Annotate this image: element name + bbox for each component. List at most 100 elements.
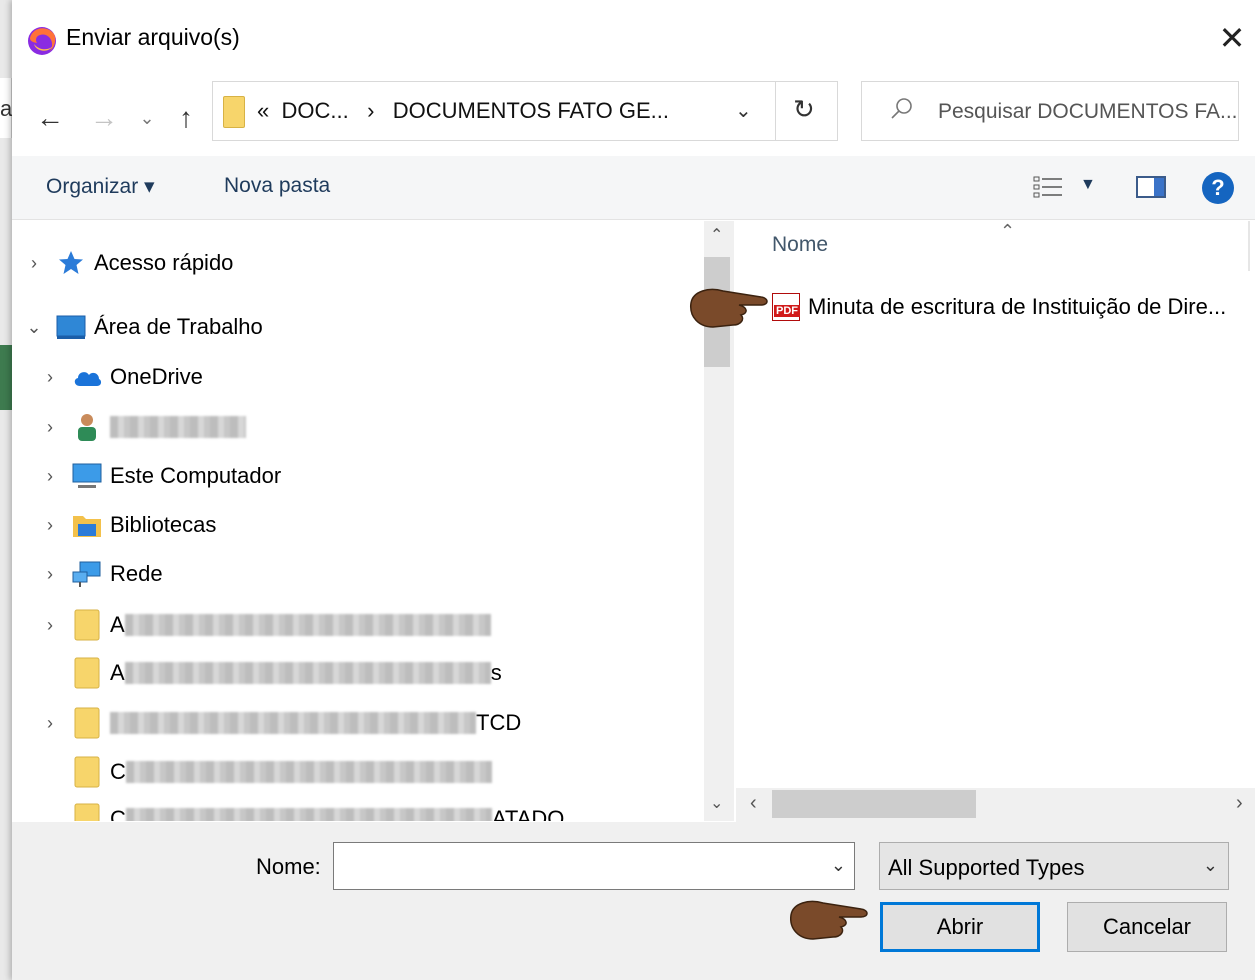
redacted-label <box>125 761 492 783</box>
tree-item-folder[interactable]: C <box>60 754 492 790</box>
folder-icon <box>72 803 102 821</box>
forward-button[interactable]: → <box>86 98 122 138</box>
tree-item-network[interactable]: › Rede <box>40 556 163 592</box>
file-name-label: Nome: <box>256 854 321 879</box>
tree-item-libraries[interactable]: › Bibliotecas <box>40 507 216 543</box>
back-arrow-icon: ← <box>36 102 64 133</box>
chevron-right-icon[interactable]: › <box>40 564 60 585</box>
navigation-bar: ← → ⌄ ↑ « DOC... › DOCUMENTOS FATO GE...… <box>12 78 1255 156</box>
search-box[interactable]: Pesquisar DOCUMENTOS FA... <box>861 81 1239 141</box>
scroll-up-icon[interactable]: ⌃ <box>710 225 723 245</box>
preview-pane-icon[interactable] <box>1136 176 1166 198</box>
title-bar: Enviar arquivo(s) ✕ <box>12 0 1255 78</box>
folder-icon <box>72 756 102 788</box>
up-button[interactable]: ↑ <box>168 98 204 138</box>
chevron-right-icon[interactable]: › <box>40 367 60 388</box>
dialog-title: Enviar arquivo(s) <box>66 24 240 50</box>
star-icon <box>56 248 86 278</box>
breadcrumb-item-current[interactable]: DOCUMENTOS FATO GE... <box>393 98 669 123</box>
breadcrumb-item-doc[interactable]: DOC... <box>281 98 348 123</box>
address-separator <box>775 82 776 140</box>
tree-item-label: Este Computador <box>110 463 282 488</box>
tree-item-label: OneDrive <box>110 364 203 389</box>
chevron-right-icon[interactable]: › <box>24 253 44 274</box>
chevron-right-icon[interactable]: › <box>40 417 60 438</box>
cancel-button[interactable]: Cancelar <box>1067 902 1227 952</box>
computer-icon <box>72 461 102 491</box>
chevron-right-icon[interactable]: › <box>40 615 60 636</box>
tree-item-label: Bibliotecas <box>110 512 217 537</box>
refresh-icon[interactable]: ↻ <box>793 94 815 125</box>
open-button[interactable]: Abrir <box>880 902 1040 952</box>
scroll-down-icon[interactable]: ⌄ <box>710 793 723 813</box>
folder-icon <box>223 96 245 128</box>
chevron-down-icon: ⌄ <box>139 107 155 128</box>
library-icon <box>72 510 102 540</box>
scrollbar-thumb[interactable] <box>772 790 976 818</box>
cloud-icon <box>72 362 102 392</box>
folder-icon <box>72 707 102 739</box>
search-input[interactable]: Pesquisar DOCUMENTOS FA... <box>938 100 1238 124</box>
redacted-label <box>110 416 246 438</box>
pointing-hand-icon <box>790 900 868 940</box>
user-icon <box>72 412 102 442</box>
tree-item-desktop[interactable]: ⌄ Área de Trabalho <box>24 309 263 345</box>
breadcrumb-overflow[interactable]: « <box>257 98 269 123</box>
file-list-horizontal-scrollbar[interactable]: ‹ › <box>736 788 1255 822</box>
column-header-name[interactable]: Nome <box>772 233 828 257</box>
file-open-dialog: Enviar arquivo(s) ✕ ← → ⌄ ↑ « DOC... › D… <box>12 0 1255 980</box>
folder-icon <box>72 657 102 689</box>
tree-item-folder[interactable]: › TCD <box>40 705 521 741</box>
tree-item-label: Rede <box>110 561 163 586</box>
tree-item-label: A <box>110 612 125 637</box>
chevron-right-icon[interactable]: › <box>40 466 60 487</box>
file-type-value: All Supported Types <box>888 855 1085 880</box>
address-bar[interactable]: « DOC... › DOCUMENTOS FATO GE... ⌄ ↻ <box>212 81 838 141</box>
view-options-icon[interactable] <box>1032 174 1064 200</box>
tree-item-folder[interactable]: C ATADO <box>60 801 564 821</box>
pointing-hand-icon <box>690 288 768 328</box>
tree-item-label-suffix: ATADO <box>491 806 565 821</box>
chevron-right-icon[interactable]: › <box>40 713 60 734</box>
tree-item-label: Área de Trabalho <box>94 314 263 339</box>
network-icon <box>72 559 102 589</box>
tree-item-label: A <box>110 660 125 685</box>
help-icon[interactable]: ? <box>1202 172 1234 204</box>
redacted-label <box>125 808 492 821</box>
new-folder-button[interactable]: Nova pasta <box>224 174 330 198</box>
chevron-down-icon[interactable]: ⌄ <box>1203 855 1218 876</box>
file-type-select[interactable]: All Supported Types ⌄ <box>879 842 1229 890</box>
file-item[interactable]: PDF Minuta de escritura de Instituição d… <box>772 291 1226 323</box>
tree-item-quick-access[interactable]: › Acesso rápido <box>24 245 233 281</box>
scroll-right-icon[interactable]: › <box>1236 792 1243 815</box>
breadcrumb: « DOC... › DOCUMENTOS FATO GE... <box>257 98 669 124</box>
folder-icon <box>72 609 102 641</box>
tree-item-folder[interactable]: › A <box>40 607 491 643</box>
tree-item-user[interactable]: › <box>40 409 246 445</box>
chevron-down-icon[interactable]: ⌄ <box>831 855 846 876</box>
view-options-caret-icon[interactable]: ▼ <box>1080 176 1096 194</box>
background-app-text: a <box>0 96 13 121</box>
tree-item-this-pc[interactable]: › Este Computador <box>40 458 281 494</box>
back-button[interactable]: ← <box>32 98 68 138</box>
tree-item-label: C <box>110 759 126 784</box>
command-toolbar: Organizar ▾ Nova pasta ▼ ? <box>12 156 1255 220</box>
breadcrumb-separator: › <box>367 98 375 123</box>
navigation-pane: › Acesso rápido ⌄ Área de Trabalho › One… <box>12 221 734 821</box>
search-icon <box>891 98 912 119</box>
firefox-icon <box>28 27 56 55</box>
redacted-label <box>110 712 476 734</box>
organize-menu[interactable]: Organizar ▾ <box>46 174 155 199</box>
recent-locations-button[interactable]: ⌄ <box>136 98 158 138</box>
close-button[interactable]: ✕ <box>1209 18 1255 58</box>
scroll-left-icon[interactable]: ‹ <box>750 792 757 815</box>
tree-item-label: Acesso rápido <box>94 250 234 275</box>
address-dropdown-icon[interactable]: ⌄ <box>735 98 752 123</box>
chevron-down-icon[interactable]: ⌄ <box>24 317 44 338</box>
file-name-input[interactable]: ⌄ <box>333 842 855 890</box>
tree-item-folder[interactable]: A s <box>60 655 502 691</box>
background-app-green-block <box>0 345 12 410</box>
chevron-right-icon[interactable]: › <box>40 515 60 536</box>
tree-item-onedrive[interactable]: › OneDrive <box>40 359 203 395</box>
redacted-label <box>124 662 491 684</box>
